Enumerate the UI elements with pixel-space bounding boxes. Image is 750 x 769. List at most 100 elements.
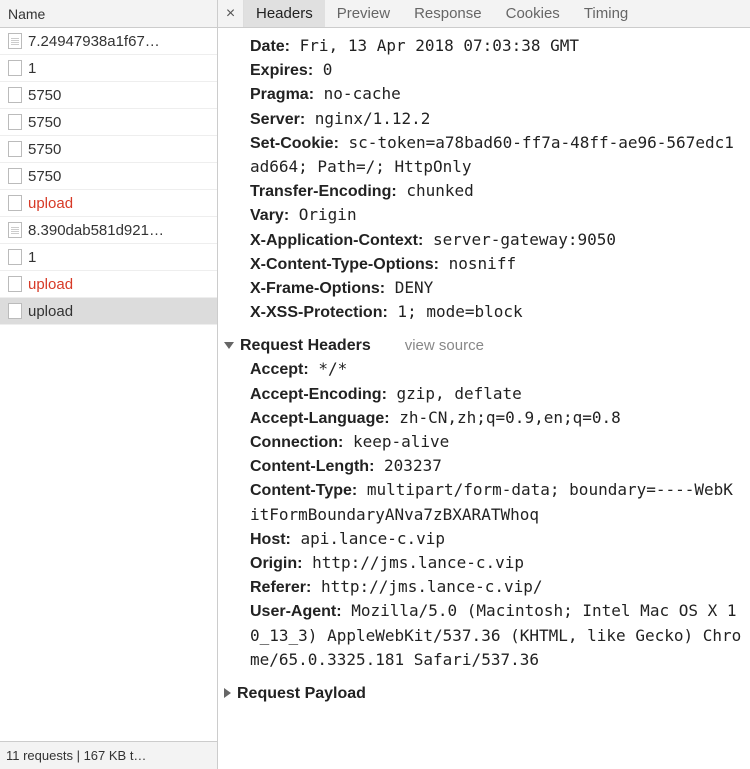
header-key: Referer: [250,579,311,596]
request-row[interactable]: 8.390dab581d921… [0,217,217,244]
header-key: Content-Type: [250,482,357,499]
tab-preview[interactable]: Preview [325,0,402,27]
request-row[interactable]: 5750 [0,82,217,109]
header-value: api.lance-c.vip [291,529,445,548]
view-source-link[interactable]: view source [405,335,484,357]
file-icon [8,195,22,211]
header-row: Accept-Language: zh-CN,zh;q=0.9,en;q=0.8 [236,406,742,430]
header-key: Host: [250,531,291,548]
header-key: Pragma: [250,86,314,103]
request-details-panel: × HeadersPreviewResponseCookiesTiming Da… [218,0,750,769]
request-row[interactable]: 7.24947938a1f67… [0,28,217,55]
header-row: Connection: keep-alive [236,430,742,454]
disclosure-right-icon [224,688,231,698]
header-key: Connection: [250,434,343,451]
request-row[interactable]: 1 [0,55,217,82]
tab-headers[interactable]: Headers [244,0,325,27]
request-row[interactable]: 5750 [0,109,217,136]
header-key: Transfer-Encoding: [250,183,397,200]
header-key: Server: [250,111,305,128]
tab-timing[interactable]: Timing [572,0,640,27]
request-row[interactable]: upload [0,190,217,217]
requests-summary: 11 requests | 167 KB t… [0,741,217,769]
header-key: X-Application-Context: [250,232,423,249]
header-value: DENY [385,278,433,297]
header-key: Date: [250,38,290,55]
header-row: Content-Type: multipart/form-data; bound… [236,478,742,526]
request-row[interactable]: 1 [0,244,217,271]
header-key: Accept-Language: [250,410,390,427]
header-key: Vary: [250,207,289,224]
header-row: Origin: http://jms.lance-c.vip [236,551,742,575]
file-icon [8,276,22,292]
tab-cookies[interactable]: Cookies [494,0,572,27]
request-row[interactable]: upload [0,271,217,298]
request-payload-section[interactable]: Request Payload [224,682,742,705]
request-name: upload [28,303,73,320]
header-value: no-cache [314,84,401,103]
header-value: 203237 [374,456,441,475]
header-row: Date: Fri, 13 Apr 2018 07:03:38 GMT [236,34,742,58]
request-row[interactable]: upload [0,298,217,325]
details-tabs: × HeadersPreviewResponseCookiesTiming [218,0,750,28]
header-value: chunked [397,181,474,200]
header-row: Expires: 0 [236,58,742,82]
header-value: nosniff [439,254,516,273]
header-key: Content-Length: [250,458,374,475]
file-icon [8,114,22,130]
header-row: X-Frame-Options: DENY [236,276,742,300]
header-row: Accept-Encoding: gzip, deflate [236,382,742,406]
header-key: Accept-Encoding: [250,386,387,403]
header-value: nginx/1.12.2 [305,109,430,128]
document-icon [8,33,22,49]
section-title: Request Payload [237,682,366,705]
header-row: X-Content-Type-Options: nosniff [236,252,742,276]
header-value: Fri, 13 Apr 2018 07:03:38 GMT [290,36,579,55]
request-name: 5750 [28,114,61,131]
header-row: Referer: http://jms.lance-c.vip/ [236,575,742,599]
file-icon [8,87,22,103]
request-list: 7.24947938a1f67… 1 5750 5750 5750 5750 upload 8… [0,28,217,741]
request-name: 7.24947938a1f67… [28,33,160,50]
header-key: Origin: [250,555,302,572]
file-icon [8,141,22,157]
header-key: X-Frame-Options: [250,280,385,297]
header-key: X-Content-Type-Options: [250,256,439,273]
header-value: http://jms.lance-c.vip/ [311,577,542,596]
header-row: Content-Length: 203237 [236,454,742,478]
header-value: 0 [313,60,332,79]
request-name: 5750 [28,141,61,158]
request-name: 5750 [28,168,61,185]
header-value: */* [309,359,348,378]
request-name: 8.390dab581d921… [28,222,164,239]
request-headers-section[interactable]: Request Headers view source [224,334,742,357]
header-key: X-XSS-Protection: [250,304,388,321]
request-row[interactable]: 5750 [0,163,217,190]
header-row: X-Application-Context: server-gateway:90… [236,228,742,252]
request-name: 5750 [28,87,61,104]
header-value: keep-alive [343,432,449,451]
header-row: X-XSS-Protection: 1; mode=block [236,300,742,324]
header-value: Origin [289,205,356,224]
headers-content: Date: Fri, 13 Apr 2018 07:03:38 GMTExpir… [218,28,750,769]
header-value: server-gateway:9050 [423,230,616,249]
name-column-header[interactable]: Name [0,0,217,28]
file-icon [8,60,22,76]
header-row: Set-Cookie: sc-token=a78bad60-ff7a-48ff-… [236,131,742,179]
section-title: Request Headers [240,334,371,357]
header-value: zh-CN,zh;q=0.9,en;q=0.8 [390,408,621,427]
header-key: User-Agent: [250,603,342,620]
tab-response[interactable]: Response [402,0,494,27]
network-requests-panel: Name 7.24947938a1f67… 1 5750 5750 5750 5750 up… [0,0,218,769]
header-row: Host: api.lance-c.vip [236,527,742,551]
request-row[interactable]: 5750 [0,136,217,163]
header-key: Accept: [250,361,309,378]
request-name: upload [28,276,73,293]
request-name: 1 [28,249,36,266]
disclosure-down-icon [224,342,234,349]
close-icon[interactable]: × [218,0,244,27]
header-value: http://jms.lance-c.vip [302,553,524,572]
header-value: gzip, deflate [387,384,522,403]
header-row: Vary: Origin [236,203,742,227]
file-icon [8,303,22,319]
